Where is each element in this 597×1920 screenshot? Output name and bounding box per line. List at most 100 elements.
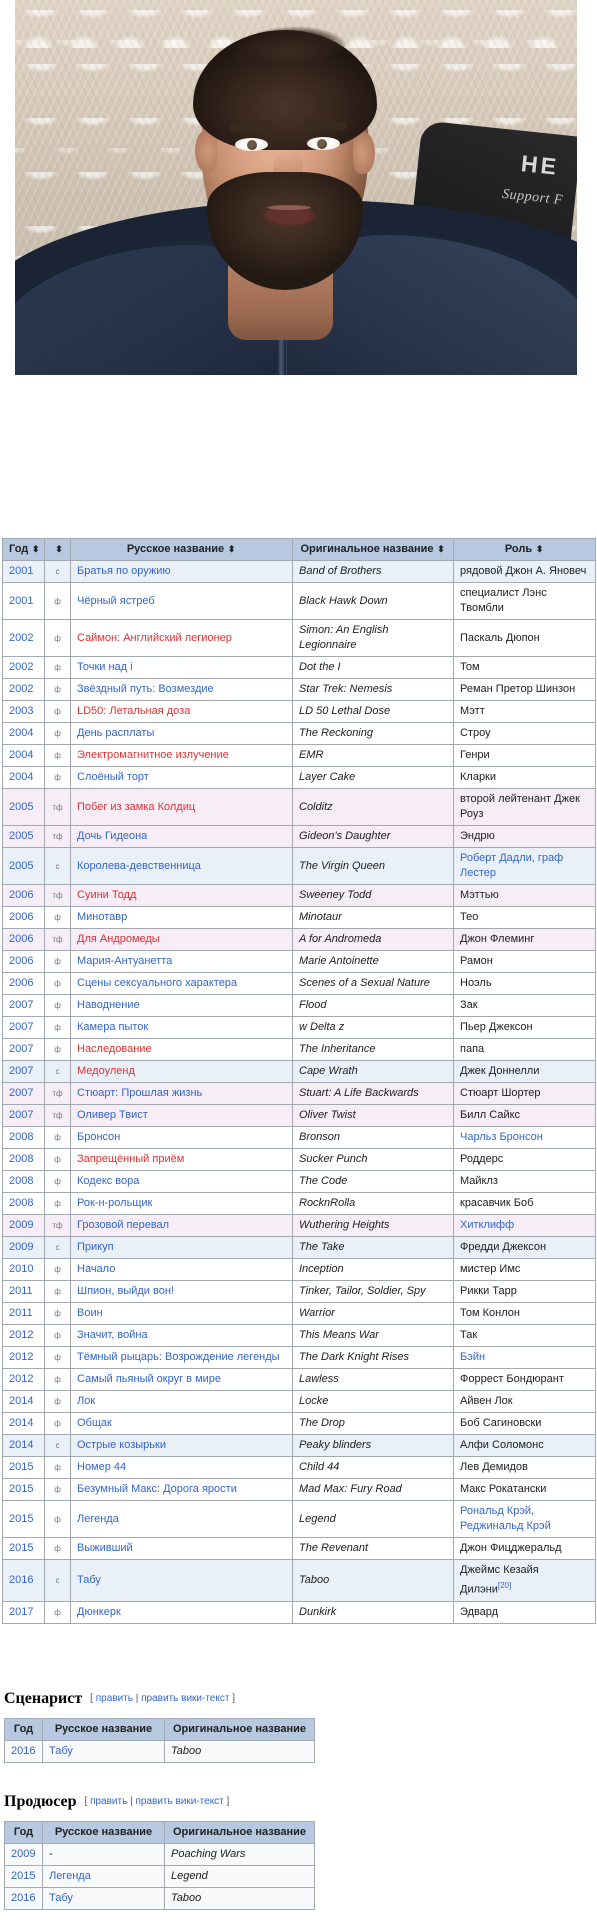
russian-title-link[interactable]: Начало [77,1263,115,1275]
column-header-original-title[interactable]: Оригинальное название ⬍ [292,538,454,561]
year-link[interactable]: 2015 [9,1461,33,1473]
year-link[interactable]: 2011 [9,1285,33,1297]
year-link[interactable]: 2007 [9,1065,33,1077]
year-link[interactable]: 2004 [9,771,33,783]
year-link[interactable]: 2011 [9,1307,33,1319]
russian-title-link[interactable]: Суини Тодд [77,889,136,901]
russian-title-link[interactable]: Воин [77,1307,103,1319]
russian-title-link[interactable]: Побег из замка Колдиц [77,801,195,813]
year-link[interactable]: 2004 [9,749,33,761]
russian-title-link[interactable]: Значит, война [77,1329,148,1341]
year-link[interactable]: 2012 [9,1329,33,1341]
year-link[interactable]: 2006 [9,889,33,901]
russian-title-link[interactable]: LD50: Летальная доза [77,705,190,717]
russian-title-link[interactable]: Шпион, выйди вон! [77,1285,174,1297]
russian-title-link[interactable]: Тёмный рыцарь: Возрождение легенды [77,1351,280,1363]
russian-title-link[interactable]: День расплаты [77,727,154,739]
year-link[interactable]: 2004 [9,727,33,739]
sort-icon[interactable]: ⬍ [55,542,64,557]
russian-title-link[interactable]: Грозовой перевал [77,1219,169,1231]
year-link[interactable]: 2014 [9,1439,33,1451]
year-link[interactable]: 2001 [9,595,33,607]
year-link[interactable]: 2005 [9,830,33,842]
writer-edit-link[interactable]: править [96,1693,133,1704]
russian-title-link[interactable]: Бронсон [77,1131,120,1143]
role-link[interactable]: Чарльз Бронсон [460,1131,543,1143]
year-link[interactable]: 2008 [9,1131,33,1143]
russian-title-link[interactable]: Прикуп [77,1241,114,1253]
russian-title-link[interactable]: Королева-девственница [77,860,201,872]
year-link[interactable]: 2005 [9,801,33,813]
writer-edit-source-link[interactable]: править вики-текст [141,1693,229,1704]
year-link[interactable]: 2008 [9,1153,33,1165]
russian-title-link[interactable]: Самый пьяный округ в мире [77,1373,221,1385]
russian-title-link[interactable]: Табу [77,1574,101,1586]
russian-title-link[interactable]: Лок [77,1395,95,1407]
year-link[interactable]: 2008 [9,1197,33,1209]
producer-edit-source-link[interactable]: править вики-текст [135,1796,223,1807]
russian-title-link[interactable]: Мария-Антуанетта [77,955,172,967]
year-link[interactable]: 2017 [9,1606,33,1618]
year-link[interactable]: 2015 [9,1542,33,1554]
russian-title-link[interactable]: Наводнение [77,999,140,1011]
russian-title-link[interactable]: Дюнкерк [77,1606,121,1618]
year-link[interactable]: 2016 [11,1892,35,1904]
russian-title-link[interactable]: Сцены сексуального характера [77,977,237,989]
year-link[interactable]: 2002 [9,661,33,673]
year-link[interactable]: 2012 [9,1351,33,1363]
year-link[interactable]: 2006 [9,933,33,945]
russian-title-link[interactable]: Легенда [49,1870,91,1882]
sort-icon[interactable]: ⬍ [227,542,236,557]
year-link[interactable]: 2010 [9,1263,33,1275]
column-header-kind[interactable]: ⬍ [44,538,71,561]
year-link[interactable]: 2009 [9,1219,33,1231]
sort-icon[interactable]: ⬍ [437,542,446,557]
year-link[interactable]: 2002 [9,632,33,644]
russian-title-link[interactable]: Точки над i [77,661,133,673]
year-link[interactable]: 2009 [11,1848,35,1860]
russian-title-link[interactable]: Камера пыток [77,1021,148,1033]
russian-title-link[interactable]: Наследование [77,1043,152,1055]
russian-title-link[interactable]: Безумный Макс: Дорога ярости [77,1483,237,1495]
year-link[interactable]: 2002 [9,683,33,695]
column-header-year[interactable]: Год ⬍ [2,538,45,561]
year-link[interactable]: 2009 [9,1241,33,1253]
sort-icon[interactable]: ⬍ [535,542,544,557]
role-link[interactable]: Хитклифф [460,1219,514,1231]
role-link[interactable]: Бэйн [460,1351,485,1363]
russian-title-link[interactable]: Стюарт: Прошлая жизнь [77,1087,202,1099]
russian-title-link[interactable]: Слоёный торт [77,771,149,783]
russian-title-link[interactable]: Табу [49,1892,73,1904]
russian-title-link[interactable]: Для Андромеды [77,933,160,945]
reference-link[interactable]: [20] [498,1581,511,1590]
year-link[interactable]: 2014 [9,1417,33,1429]
year-link[interactable]: 2007 [9,999,33,1011]
year-link[interactable]: 2016 [9,1574,33,1586]
portrait-photo[interactable]: HE Support F [15,0,577,375]
year-link[interactable]: 2014 [9,1395,33,1407]
russian-title-link[interactable]: Электромагнитное излучение [77,749,229,761]
russian-title-link[interactable]: Минотавр [77,911,127,923]
russian-title-link[interactable]: Номер 44 [77,1461,126,1473]
russian-title-link[interactable]: Саймон: Английский легионер [77,632,232,644]
russian-title-link[interactable]: Медоуленд [77,1065,135,1077]
column-header-russian-title[interactable]: Русское название ⬍ [70,538,293,561]
russian-title-link[interactable]: Братья по оружию [77,565,171,577]
russian-title-link[interactable]: Дочь Гидеона [77,830,147,842]
year-link[interactable]: 2015 [11,1870,35,1882]
year-link[interactable]: 2012 [9,1373,33,1385]
year-link[interactable]: 2016 [11,1745,35,1757]
russian-title-link[interactable]: Рок-н-рольщик [77,1197,152,1209]
russian-title-link[interactable]: Звёздный путь: Возмездие [77,683,214,695]
producer-edit-link[interactable]: править [90,1796,127,1807]
year-link[interactable]: 2001 [9,565,33,577]
year-link[interactable]: 2006 [9,977,33,989]
year-link[interactable]: 2008 [9,1175,33,1187]
year-link[interactable]: 2007 [9,1021,33,1033]
russian-title-link[interactable]: Табу [49,1745,73,1757]
year-link[interactable]: 2007 [9,1087,33,1099]
russian-title-link[interactable]: Общак [77,1417,112,1429]
sort-icon[interactable]: ⬍ [31,542,40,557]
year-link[interactable]: 2015 [9,1483,33,1495]
russian-title-link[interactable]: Чёрный ястреб [77,595,155,607]
